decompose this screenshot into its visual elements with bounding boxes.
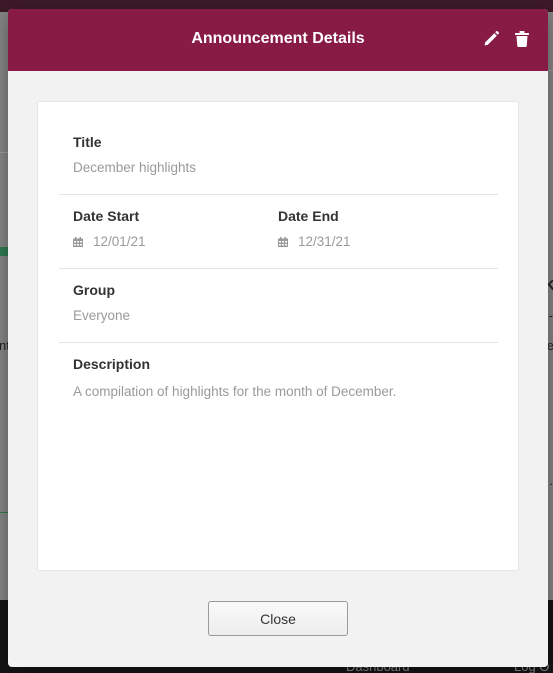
divider [59, 342, 498, 343]
delete-button[interactable] [513, 30, 531, 48]
date-start-field: Date Start 12/01/21 [73, 208, 146, 249]
background-text-fragment: - [548, 308, 553, 323]
description-field: Description A compilation of highlights … [73, 356, 396, 399]
divider [59, 268, 498, 269]
close-button[interactable]: Close [208, 601, 348, 636]
background-divider [0, 152, 8, 153]
group-label: Group [73, 282, 115, 298]
calendar-icon [73, 236, 83, 247]
date-end-label: Date End [278, 208, 339, 224]
date-end-value-row: 12/31/21 [278, 234, 351, 249]
title-value: December highlights [73, 160, 197, 175]
background-text-fragment: . [549, 473, 553, 488]
announcement-details-card: Title December highlights Date Start 12/… [37, 101, 519, 571]
announcement-details-modal: Announcement Details Title December high… [8, 9, 548, 667]
date-end-field: Date End 12/31/21 [278, 208, 351, 249]
edit-button[interactable] [482, 30, 500, 48]
date-start-label: Date Start [73, 208, 140, 224]
date-start-value-row: 12/01/21 [73, 234, 146, 249]
group-field: Group Everyone [73, 282, 130, 323]
description-value: A compilation of highlights for the mont… [73, 384, 397, 399]
background-status-marker [0, 247, 8, 256]
title-field: Title December highlights [73, 134, 196, 175]
description-label: Description [73, 356, 151, 372]
calendar-icon [278, 236, 288, 247]
date-end-value: 12/31/21 [298, 234, 351, 249]
trash-icon [515, 31, 529, 47]
divider [59, 194, 498, 195]
modal-title: Announcement Details [191, 30, 365, 47]
background-divider [0, 512, 8, 513]
date-start-value: 12/01/21 [93, 234, 146, 249]
group-value: Everyone [73, 308, 131, 323]
pencil-icon [484, 31, 499, 46]
title-label: Title [73, 134, 102, 150]
modal-header: Announcement Details [8, 9, 548, 71]
